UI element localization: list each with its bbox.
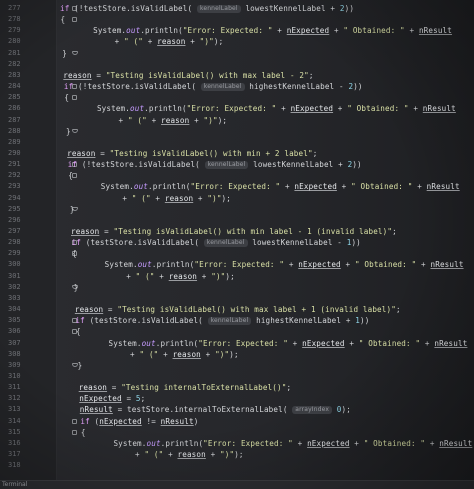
line-number: 305 [8,316,21,325]
code-line[interactable]: System.out.println("Error: Expected: " +… [101,182,460,192]
code-line[interactable]: if (testStore.isValidLabel( kennelLabel … [75,316,369,326]
line-number: 299 [8,249,21,258]
line-number: 297 [8,227,21,235]
code-line[interactable]: if (nExpected != nResult) [80,417,198,427]
line-number: 312 [8,394,21,403]
code-editor[interactable]: 277 278 279 280 281 282 283 284 285 286 287 288 289 2… [0,0,474,489]
line-number: 306 [8,327,21,336]
code-line[interactable]: reason = "Testing isValidLabel() with mi… [71,227,397,237]
line-number: 309 [8,360,21,369]
line-number: 293 [8,182,21,191]
line-number: 315 [8,427,21,436]
line-number: 283 [8,70,21,79]
line-number: 302 [8,282,21,291]
code-line[interactable]: reason = "Testing isValidLabel() with mi… [67,149,317,159]
parameter-hint: kennelLabel [204,161,249,170]
code-line[interactable]: System.out.println("Error: Expected: " +… [93,26,452,36]
code-line[interactable]: } [62,49,67,59]
code-line[interactable]: + " (" + reason + ")"); [119,116,228,126]
line-number: 318 [8,461,21,470]
line-number: 295 [8,204,21,213]
code-line[interactable]: if (!testStore.isValidLabel( kennelLabel… [64,82,363,92]
line-number: 291 [8,160,21,169]
code-line[interactable]: + " (" + reason + ")"); [122,194,231,204]
code-line[interactable]: } [78,361,83,371]
fold-toggle-icon[interactable] [72,429,77,435]
line-number: 289 [8,137,21,146]
code-line[interactable]: { [72,249,77,259]
code-line[interactable]: System.out.println("Error: Expected: " +… [105,260,464,270]
line-number: 308 [8,349,21,358]
line-number: 286 [8,104,21,113]
parameter-hint: arrayIndex [292,406,333,415]
code-line[interactable]: System.out.println("Error: Expected: " +… [113,439,472,449]
parameter-hint: kennelLabel [203,239,248,248]
line-number: 292 [8,171,21,180]
line-number: 285 [8,93,21,102]
code-line[interactable]: reason = "Testing isValidLabel() with ma… [63,71,313,81]
line-number: 296 [8,215,21,224]
code-line[interactable]: System.out.println("Error: Expected: " +… [109,339,468,349]
terminal-tab[interactable]: Terminal [2,481,27,489]
fold-gutter [30,0,78,489]
code-line[interactable]: reason = "Testing internalToExternalLabe… [79,383,292,393]
code-line[interactable]: System.out.println("Error: Expected: " +… [97,104,456,114]
parameter-hint: kennelLabel [200,83,245,92]
line-number: 280 [8,37,21,46]
fold-toggle-icon[interactable] [72,17,77,23]
line-number: 301 [8,271,21,280]
line-number: 303 [8,293,21,302]
line-number-gutter: 277 278 279 280 281 282 283 284 285 286 287 288 289 2… [0,0,30,489]
line-number: 317 [8,450,21,458]
code-line[interactable]: { [64,93,69,103]
code-line[interactable]: } [66,127,71,137]
line-number: 281 [8,48,21,57]
code-line[interactable]: + " (" + reason + ")"); [126,272,235,282]
line-number: 294 [8,193,21,202]
fold-toggle-icon[interactable] [72,95,77,101]
line-number: 310 [8,371,21,380]
fold-end-icon[interactable] [72,50,78,55]
line-number: 279 [8,26,21,35]
code-line[interactable]: if (!testStore.isValidLabel( kennelLabel… [60,4,354,14]
code-line[interactable]: nResult = testStore.internalToExternalLa… [80,405,351,415]
line-number: 288 [8,126,21,135]
line-number: 314 [8,416,21,425]
code-line[interactable]: if (testStore.isValidLabel( kennelLabel … [72,238,361,248]
line-number: 284 [8,82,21,91]
code-line[interactable]: { [76,327,81,337]
status-bar: Terminal [0,480,474,489]
line-number: 316 [8,438,21,447]
line-number: 298 [8,238,21,247]
fold-toggle-icon[interactable] [72,418,77,424]
code-line[interactable]: } [70,205,75,215]
fold-end-icon[interactable] [72,128,78,133]
code-line[interactable]: { [68,171,73,181]
parameter-hint: kennelLabel [196,5,241,13]
line-number: 282 [8,59,21,68]
code-line[interactable]: + " (" + reason + ")"); [115,37,224,47]
line-number: 287 [8,115,21,124]
code-line[interactable]: nExpected = 5; [79,394,145,404]
code-line[interactable]: { [81,428,86,438]
line-number: 311 [8,383,21,392]
code-line[interactable]: + " (" + reason + ")"); [135,450,244,460]
code-line[interactable]: { [61,15,66,25]
line-number: 307 [8,338,21,347]
code-line[interactable]: } [74,283,79,293]
line-number: 313 [8,405,21,414]
code-line[interactable]: reason = "Testing isValidLabel() with ma… [75,305,401,315]
code-line[interactable]: + " (" + reason + ")"); [130,350,239,360]
line-number: 290 [8,148,21,157]
line-number: 300 [8,260,21,269]
code-line[interactable]: if (!testStore.isValidLabel( kennelLabel… [68,160,362,170]
parameter-hint: kennelLabel [207,317,252,326]
line-number: 277 [8,4,21,12]
line-number: 278 [8,15,21,24]
line-number: 304 [8,305,21,314]
